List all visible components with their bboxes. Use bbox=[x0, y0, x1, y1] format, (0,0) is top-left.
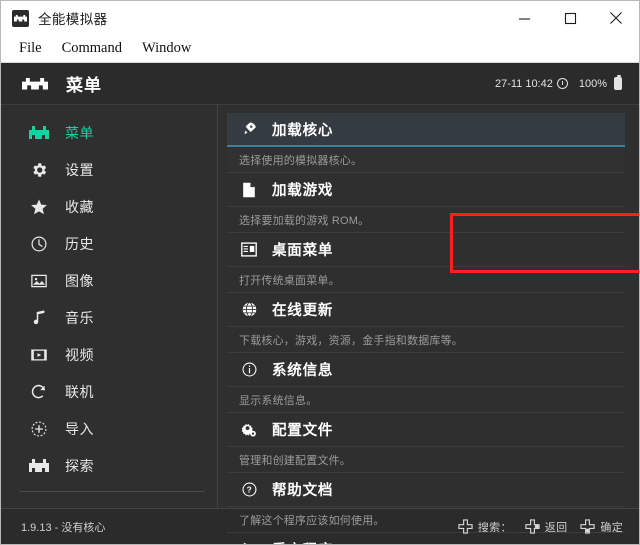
version-label: 1.9.13 - 没有核心 bbox=[21, 521, 106, 534]
menu-row-title: 桌面菜单 bbox=[272, 243, 334, 259]
menu-row-title: 重启程序 bbox=[272, 539, 333, 544]
sidebar-item-menu[interactable]: 菜单 bbox=[1, 114, 217, 151]
status-cluster: 27-11 10:42 100% bbox=[494, 75, 622, 90]
menu-row-load-core[interactable]: 加载核心 bbox=[227, 113, 625, 147]
body-split: 菜单 设置 收藏 历史 图像 音乐 视频 联机 导入 探索 加载核心 选择使用的… bbox=[1, 105, 639, 544]
sidebar: 菜单 设置 收藏 历史 图像 音乐 视频 联机 导入 探索 bbox=[1, 105, 218, 508]
dpad-icon bbox=[525, 519, 540, 534]
menu-row-desc: 下载核心，游戏，资源，金手指和数据库等。 bbox=[227, 327, 625, 353]
window-menu-icon bbox=[239, 241, 259, 259]
window-title: 全能模拟器 bbox=[38, 12, 108, 27]
menu-row-desc: 选择使用的模拟器核心。 bbox=[227, 147, 625, 173]
globe-icon bbox=[239, 301, 259, 319]
sidebar-item-label: 导入 bbox=[65, 420, 94, 437]
menu-row-title: 系统信息 bbox=[272, 363, 334, 379]
sidebar-item-label: 图像 bbox=[65, 272, 94, 289]
svg-text:?: ? bbox=[246, 486, 252, 495]
sidebar-item-label: 视频 bbox=[65, 346, 94, 363]
history-clock-icon bbox=[28, 233, 50, 255]
menu-row-load-game[interactable]: 加载游戏 bbox=[227, 173, 625, 207]
sidebar-item-settings[interactable]: 设置 bbox=[1, 151, 217, 188]
arcade-alien-icon bbox=[28, 122, 50, 144]
ui-header: 菜单 27-11 10:42 100% bbox=[1, 63, 639, 105]
menu-row-desc: 管理和创建配置文件。 bbox=[227, 447, 625, 473]
sidebar-item-arcade-games[interactable]: Arcade Games bbox=[1, 499, 217, 508]
minimize-icon[interactable] bbox=[501, 1, 547, 35]
sidebar-item-favorites[interactable]: 收藏 bbox=[1, 188, 217, 225]
rocket-icon bbox=[239, 120, 259, 138]
menu-row-title: 加载游戏 bbox=[272, 183, 334, 199]
restart-icon bbox=[239, 541, 259, 544]
menu-command[interactable]: Command bbox=[52, 38, 132, 59]
menu-list: 加载核心 选择使用的模拟器核心。 加载游戏 选择要加载的游戏 ROM。 桌面菜单… bbox=[218, 105, 639, 544]
menu-row-desc: 了解这个程序应该如何使用。 bbox=[227, 507, 625, 533]
menu-row-title: 配置文件 bbox=[272, 423, 334, 439]
titlebar: 全能模拟器 bbox=[1, 1, 639, 35]
window-controls bbox=[501, 1, 639, 35]
file-icon bbox=[239, 181, 259, 199]
datetime-label: 27-11 10:42 bbox=[494, 77, 553, 90]
menubar: File Command Window bbox=[1, 35, 639, 63]
star-icon bbox=[28, 196, 50, 218]
sidebar-item-label: 收藏 bbox=[65, 198, 94, 215]
battery-icon bbox=[614, 75, 622, 90]
close-icon[interactable] bbox=[593, 1, 639, 35]
menu-row-title: 在线更新 bbox=[272, 303, 334, 319]
arcade-alien-icon bbox=[22, 76, 48, 92]
sidebar-item-music[interactable]: 音乐 bbox=[1, 299, 217, 336]
info-circle-icon bbox=[239, 361, 259, 379]
plus-circle-icon bbox=[28, 418, 50, 440]
sidebar-divider bbox=[19, 491, 205, 492]
sidebar-item-label: 探索 bbox=[65, 457, 94, 474]
menu-row-system-info[interactable]: 系统信息 bbox=[227, 353, 625, 387]
clock-icon bbox=[556, 78, 568, 89]
dpad-icon bbox=[580, 519, 596, 534]
sidebar-item-video[interactable]: 视频 bbox=[1, 336, 217, 373]
menu-row-title: 帮助文档 bbox=[272, 483, 334, 499]
gear-icon bbox=[28, 159, 50, 181]
sidebar-item-images[interactable]: 图像 bbox=[1, 262, 217, 299]
menu-row-desc: 选择要加载的游戏 ROM。 bbox=[227, 207, 625, 233]
arcade-alien-icon bbox=[12, 9, 29, 27]
menu-row-config-file[interactable]: 配置文件 bbox=[227, 413, 625, 447]
sidebar-item-label: 联机 bbox=[65, 383, 94, 400]
page-title: 菜单 bbox=[66, 76, 102, 95]
sidebar-item-label: 设置 bbox=[65, 161, 94, 178]
menu-row-help-docs[interactable]: ? 帮助文档 bbox=[227, 473, 625, 507]
sidebar-item-history[interactable]: 历史 bbox=[1, 225, 217, 262]
menu-row-online-update[interactable]: 在线更新 bbox=[227, 293, 625, 327]
menu-row-restart[interactable]: 重启程序 bbox=[227, 533, 625, 544]
sidebar-item-netplay[interactable]: 联机 bbox=[1, 373, 217, 410]
image-icon bbox=[28, 270, 50, 292]
sidebar-item-label: 音乐 bbox=[65, 309, 94, 326]
sidebar-item-explore[interactable]: 探索 bbox=[1, 447, 217, 484]
question-circle-icon: ? bbox=[239, 481, 259, 499]
menu-row-title: 加载核心 bbox=[272, 122, 334, 139]
arcade-alien-icon bbox=[28, 455, 50, 477]
settings-gears-icon bbox=[239, 421, 259, 439]
menu-window[interactable]: Window bbox=[132, 38, 201, 59]
menu-file[interactable]: File bbox=[9, 38, 52, 59]
menu-row-desc: 打开传统桌面菜单。 bbox=[227, 267, 625, 293]
sidebar-item-import[interactable]: 导入 bbox=[1, 410, 217, 447]
sidebar-item-label: 菜单 bbox=[65, 124, 94, 141]
emulator-ui: 菜单 27-11 10:42 100% 菜单 设置 收藏 历史 图像 音乐 视频… bbox=[1, 63, 639, 544]
sidebar-item-label: 历史 bbox=[65, 235, 94, 252]
music-note-icon bbox=[28, 307, 50, 329]
maximize-icon[interactable] bbox=[547, 1, 593, 35]
menu-row-desktop-menu[interactable]: 桌面菜单 bbox=[227, 233, 625, 267]
netplay-icon bbox=[28, 381, 50, 403]
menu-row-desc: 显示系统信息。 bbox=[227, 387, 625, 413]
video-icon bbox=[28, 344, 50, 366]
dpad-icon bbox=[458, 519, 473, 534]
battery-label: 100% bbox=[578, 77, 607, 90]
app-window: 全能模拟器 File Command Window 菜单 27-11 10:42 bbox=[0, 0, 640, 545]
